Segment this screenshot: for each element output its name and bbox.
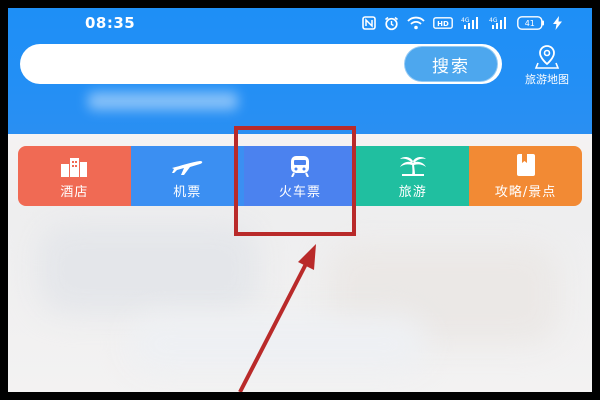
phone-screen: 08:35 HD 4G 4G 41 搜索 旅游地图 酒店 机票 火车票 旅游 攻… [8,8,592,392]
annotation-arrow [238,244,316,392]
